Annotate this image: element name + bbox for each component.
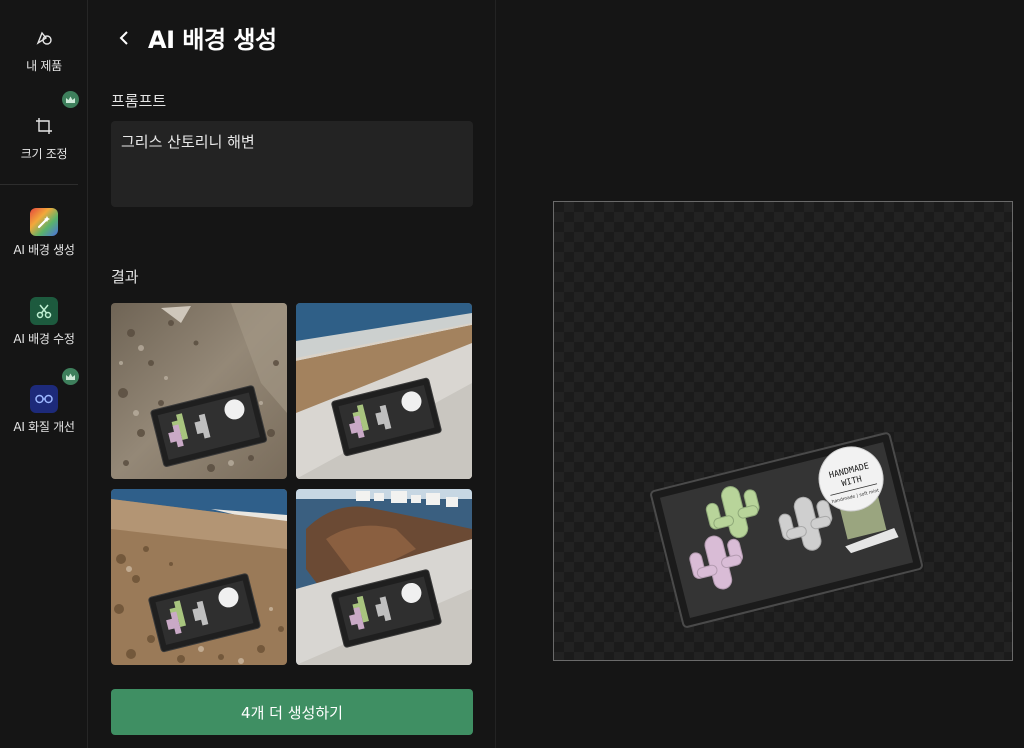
sidebar-item-my-products[interactable]: 내 제품 <box>0 24 88 74</box>
sidebar-label: AI 화질 개선 <box>13 420 75 434</box>
sidebar-divider <box>0 184 78 185</box>
back-button[interactable] <box>112 24 136 52</box>
preview-canvas[interactable]: HANDMADE WITH handmade | soft mint <box>553 201 1013 661</box>
magic-wand-icon <box>30 208 58 236</box>
result-thumbnail-3[interactable] <box>111 489 287 665</box>
crop-icon <box>30 112 58 140</box>
result-thumbnail-2[interactable] <box>296 303 472 479</box>
chevron-left-icon <box>119 31 128 45</box>
prompt-input[interactable]: 그리스 산토리니 해변 <box>111 121 473 207</box>
sidebar-label: AI 배경 생성 <box>13 243 75 257</box>
sidebar-item-ai-bg-generate[interactable]: AI 배경 생성 <box>0 208 88 258</box>
preview-area: HANDMADE WITH handmade | soft mint <box>497 0 1024 748</box>
products-icon <box>30 24 58 52</box>
sidebar-item-resize[interactable]: 크기 조정 <box>0 112 88 162</box>
sidebar-label: 내 제품 <box>26 59 62 73</box>
sidebar-item-ai-bg-edit[interactable]: AI 배경 수정 <box>0 297 88 347</box>
scissors-icon <box>30 297 58 325</box>
premium-crown-icon <box>62 368 79 385</box>
sidebar-label: 크기 조정 <box>20 147 68 161</box>
result-thumbnail-4[interactable] <box>296 489 472 665</box>
results-label: 결과 <box>111 268 139 286</box>
sidebar-label: AI 배경 수정 <box>13 332 75 346</box>
generate-more-button[interactable]: 4개 더 생성하기 <box>111 689 473 735</box>
sidebar-item-ai-enhance[interactable]: AI 화질 개선 <box>0 385 88 435</box>
prompt-label: 프롬프트 <box>111 92 167 110</box>
settings-panel: AI 배경 생성 프롬프트 그리스 산토리니 해변 결과 4개 더 생성하기 <box>88 0 496 748</box>
page-title: AI 배경 생성 <box>148 26 277 54</box>
glasses-icon <box>30 385 58 413</box>
sidebar-rail: 내 제품 크기 조정 AI 배경 생성 AI 배경 수정 AI 화질 개선 <box>0 0 88 748</box>
result-thumbnail-1[interactable] <box>111 303 287 479</box>
product-image: HANDMADE WITH handmade | soft mint <box>650 432 923 628</box>
premium-crown-icon <box>62 91 79 108</box>
